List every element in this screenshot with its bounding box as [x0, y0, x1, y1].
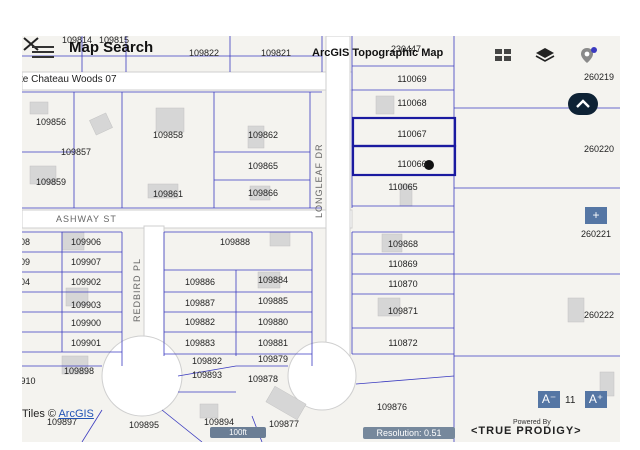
tiles-attribution: Tiles © ArcGIS: [22, 408, 94, 420]
parcel-label: 109868: [387, 239, 419, 249]
parcel-label: 260220: [583, 144, 615, 154]
parcel-label: 109898: [63, 366, 95, 376]
parcel-label: 09: [22, 257, 31, 267]
zoom-in-right-button[interactable]: A⁺: [585, 391, 607, 408]
parcel-label: 109878: [247, 374, 279, 384]
street-label-chateau-woods: te Chateau Woods 07: [22, 74, 117, 85]
parcel-label: 08: [22, 237, 31, 247]
map-canvas[interactable]: 109814 109815 109822 109821 230447 110069 2602…: [22, 36, 620, 442]
parcel-label: 109900: [70, 318, 102, 328]
parcel-label: 109892: [191, 356, 223, 366]
parcel-label: 109857: [60, 147, 92, 157]
parcel-label: 109882: [184, 317, 216, 327]
layers-icon[interactable]: [534, 45, 556, 65]
parcel-label: 109880: [257, 317, 289, 327]
parcel-label: 110068: [397, 98, 427, 108]
parcel-label: 110069: [397, 74, 427, 84]
parcel-label: 110066: [397, 159, 427, 169]
parcel-map-svg[interactable]: [22, 36, 620, 442]
attribution-prefix: Tiles ©: [22, 408, 59, 420]
hamburger-menu-icon[interactable]: [32, 43, 54, 59]
parcel-label: 04: [22, 277, 31, 287]
parcel-label: 109865: [247, 161, 279, 171]
parcel-label: 109903: [70, 300, 102, 310]
parcel-label: 109858: [152, 130, 184, 140]
basemap-title: ArcGIS Topographic Map: [312, 47, 444, 59]
parcel-label: 109888: [219, 237, 251, 247]
parcel-label: 109861: [152, 189, 184, 199]
map-header: Map Search ArcGIS Topographic Map: [22, 36, 620, 74]
parcel-label: 110870: [388, 279, 418, 289]
zoom-in-button[interactable]: +: [585, 207, 607, 224]
parcel-label: 109887: [184, 298, 216, 308]
chevron-up-icon: [576, 99, 590, 108]
arcgis-link[interactable]: ArcGIS: [58, 408, 93, 420]
parcel-label: 109877: [268, 419, 300, 429]
parcel-label: 109862: [247, 130, 279, 140]
parcel-label: 109906: [70, 237, 102, 247]
parcel-label: 109893: [191, 370, 223, 380]
true-prodigy-logo[interactable]: <TRUE PRODIGY>: [471, 425, 582, 437]
parcel-label: 109871: [387, 306, 419, 316]
page-title: Map Search: [69, 39, 154, 56]
street-label-ashway: ASHWAY ST: [56, 214, 117, 224]
street-label-longleaf: LONGLEAF DR: [314, 143, 324, 218]
parcel-label: 109894: [203, 417, 235, 427]
parcel-label: 109901: [70, 338, 102, 348]
parcel-label: 910: [22, 376, 36, 386]
app-window: 109814 109815 109822 109821 230447 110069 2602…: [0, 0, 640, 450]
road-longleaf-dr: [325, 36, 351, 367]
parcel-label: 109895: [128, 420, 160, 430]
parcel-label: 109881: [257, 338, 289, 348]
resolution-badge: Resolution: 0.51: [363, 427, 455, 439]
parcel-label: 110067: [397, 129, 427, 139]
basemap-grid-icon[interactable]: [492, 45, 514, 65]
parcel-label: 260222: [583, 310, 615, 320]
parcel-label: 109886: [184, 277, 216, 287]
parcel-label: 110872: [388, 338, 418, 348]
parcel-label: 109879: [257, 354, 289, 364]
parcel-label: 109856: [35, 117, 67, 127]
zoom-level: 11: [565, 395, 576, 406]
parcel-label: 260221: [580, 229, 612, 239]
street-label-redbird: REDBIRD PL: [132, 257, 142, 322]
cul-de-sac-west: [101, 335, 183, 417]
location-pin-icon[interactable]: [578, 45, 600, 65]
zoom-out-button[interactable]: A⁻: [538, 391, 560, 408]
parcel-label: 109876: [376, 402, 408, 412]
parcel-label: 109859: [35, 177, 67, 187]
parcel-label: 110065: [388, 182, 418, 192]
parcel-label: 109883: [184, 338, 216, 348]
parcel-label: 109907: [70, 257, 102, 267]
parcel-label: 109902: [70, 277, 102, 287]
scale-bar: 100ft: [210, 427, 266, 438]
parcel-label: 109866: [247, 188, 279, 198]
parcel-label: 109885: [257, 296, 289, 306]
collapse-panel-button[interactable]: [568, 93, 598, 115]
parcel-label: 109884: [257, 275, 289, 285]
parcel-label: 110869: [388, 259, 418, 269]
